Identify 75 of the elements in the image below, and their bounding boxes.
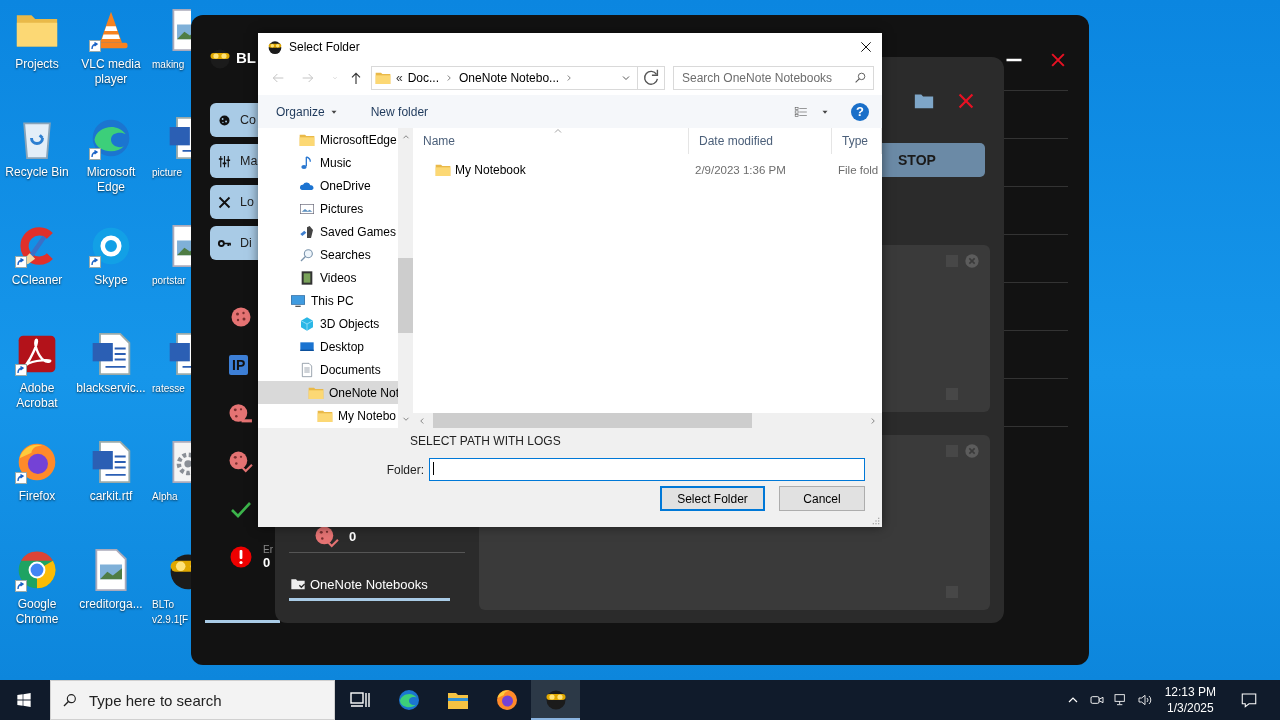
tree-item[interactable]: Videos <box>258 266 398 289</box>
help-button[interactable]: ? <box>851 102 869 121</box>
app-title: BL <box>236 49 256 66</box>
column-header[interactable]: Type <box>832 128 882 154</box>
folder-icon <box>435 162 451 178</box>
address-bar[interactable]: « Doc... OneNote Notebo... <box>371 66 665 90</box>
new-folder-button[interactable]: New folder <box>362 100 437 123</box>
stat-value: 0 <box>263 555 272 570</box>
desktop-icon-label[interactable]: creditorga... <box>79 597 143 612</box>
tree-item[interactable]: Documents <box>258 358 398 381</box>
swirl-logo-icon <box>396 688 421 712</box>
cookie-icon <box>229 305 253 329</box>
desktop-icon-label[interactable]: making <box>152 57 188 72</box>
overflow-chevron[interactable]: « <box>396 71 403 85</box>
column-header[interactable]: Name <box>413 128 689 154</box>
cookie-check-icon <box>315 524 339 548</box>
scrollbar[interactable] <box>398 128 413 428</box>
close-icon[interactable] <box>858 39 874 55</box>
clock-date[interactable]: 1/3/2025 <box>1166 700 1214 716</box>
field-label: Folder: <box>386 462 424 477</box>
sliders-icon <box>217 153 232 169</box>
ip-badge: IP <box>229 355 249 375</box>
notification-icon[interactable] <box>1240 691 1258 709</box>
chess-piece-icon <box>299 223 315 240</box>
browser-logo-icon <box>494 688 519 712</box>
desktop-icon-label[interactable]: Projects <box>15 57 59 72</box>
search-field[interactable]: Type here to search <box>50 680 335 720</box>
desktop-icon-label[interactable]: picture <box>152 165 188 180</box>
dialog-button[interactable]: Select Folder <box>660 486 765 511</box>
tools-icon <box>217 194 232 210</box>
resize-grip-icon[interactable] <box>872 517 880 525</box>
text-cursor <box>433 462 434 475</box>
scrollbar-thumb[interactable] <box>433 413 752 428</box>
taskbar-button[interactable] <box>531 680 580 720</box>
desktop-icon-label[interactable]: Recycle Bin <box>5 165 69 180</box>
description-text: SELECT PATH WITH LOGS <box>410 434 562 448</box>
search-icon[interactable] <box>854 71 867 84</box>
clock-time[interactable]: 12:13 PM <box>1164 684 1216 700</box>
search-field[interactable]: Search OneNote Notebooks <box>673 66 874 90</box>
folder-field[interactable] <box>429 458 865 481</box>
film-icon <box>299 269 315 286</box>
table-cell: My Notebook <box>413 162 689 178</box>
cube-icon <box>299 315 315 332</box>
scrollbar-thumb[interactable] <box>398 258 413 333</box>
cookie-check-icon <box>229 449 253 473</box>
tree-item[interactable]: OneNote Not <box>258 381 398 404</box>
search-icon <box>62 692 78 708</box>
dialog-title: Select Folder <box>289 40 360 54</box>
breadcrumb[interactable]: Doc... <box>407 71 440 85</box>
column-header[interactable]: Date modified <box>689 128 832 154</box>
desktop-icon-label[interactable]: Microsoft Edge <box>74 165 148 195</box>
dialog-button[interactable]: Cancel <box>779 486 865 511</box>
tree-item[interactable]: My Notebo <box>258 404 398 427</box>
desktop-icon-label[interactable]: Google Chrome <box>0 597 74 627</box>
error-icon <box>229 545 253 569</box>
monitor-icon <box>290 292 306 309</box>
folder-icon <box>290 576 306 592</box>
table-cell-text: 2/9/2023 1:36 PM <box>694 164 787 176</box>
scrollbar[interactable] <box>413 413 882 428</box>
cookie-minus-icon <box>229 401 253 425</box>
tree-item[interactable]: Desktop <box>258 335 398 358</box>
tree-item[interactable]: This PC <box>258 289 398 312</box>
windows-logo-icon <box>16 692 32 708</box>
document-icon <box>299 361 315 378</box>
goggles-logo-icon <box>267 39 283 55</box>
stat-label: Er <box>263 544 273 555</box>
breadcrumb[interactable]: OneNote Notebo... <box>459 71 560 85</box>
desktop-icon-label[interactable]: BLTo v2.9.1[F <box>152 597 188 627</box>
folder-tab[interactable]: OneNote Notebooks <box>289 573 450 601</box>
search-icon <box>299 246 315 263</box>
desktop-icon-label[interactable]: VLC media player <box>74 57 148 87</box>
folder-icon <box>375 70 391 86</box>
view-options-icon[interactable] <box>792 104 810 119</box>
tree-item[interactable]: 3D Objects <box>258 312 398 335</box>
stat-value: 0 <box>349 528 357 544</box>
